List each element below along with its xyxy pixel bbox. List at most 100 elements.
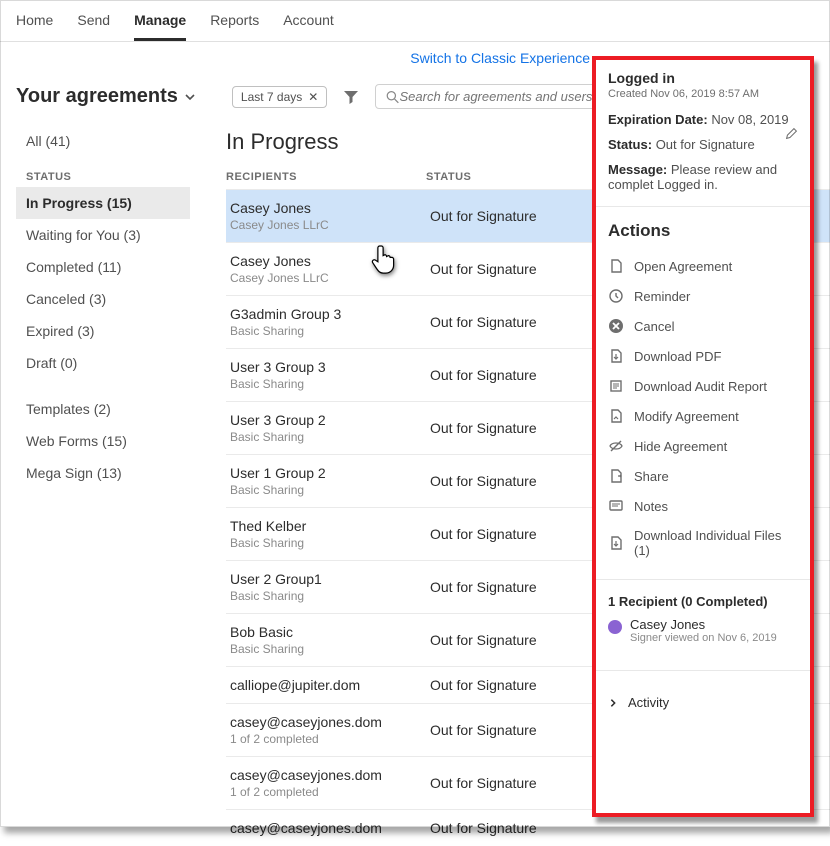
row-name: calliope@jupiter.dom <box>230 677 430 693</box>
sidebar-status-in-progress[interactable]: In Progress (15) <box>16 187 190 219</box>
action-label: Share <box>634 469 669 484</box>
message-label: Message: <box>608 162 667 177</box>
row-name: Casey Jones <box>230 200 430 216</box>
cancel-icon <box>608 318 624 334</box>
action-notes[interactable]: Notes <box>608 491 798 521</box>
row-status: Out for Signature <box>430 775 537 791</box>
filter-pill-label: Last 7 days <box>241 90 302 104</box>
nav-account[interactable]: Account <box>283 12 334 41</box>
row-name: User 2 Group1 <box>230 571 430 587</box>
row-name: Bob Basic <box>230 624 430 640</box>
clock-icon <box>608 288 624 304</box>
row-status: Out for Signature <box>430 314 537 330</box>
action-download-individual-files-1-[interactable]: Download Individual Files (1) <box>608 521 798 565</box>
top-nav: Home Send Manage Reports Account <box>0 0 830 42</box>
action-hide-agreement[interactable]: Hide Agreement <box>608 431 798 461</box>
action-cancel[interactable]: Cancel <box>608 311 798 341</box>
download-icon <box>608 348 624 364</box>
action-reminder[interactable]: Reminder <box>608 281 798 311</box>
sidebar-status-completed[interactable]: Completed (11) <box>16 251 190 283</box>
details-panel: Logged in Created Nov 06, 2019 8:57 AM E… <box>592 56 814 817</box>
recipient-status: Signer viewed on Nov 6, 2019 <box>630 632 777 644</box>
row-name: Thed Kelber <box>230 518 430 534</box>
row-status: Out for Signature <box>430 261 537 277</box>
row-status: Out for Signature <box>430 473 537 489</box>
action-open-agreement[interactable]: Open Agreement <box>608 251 798 281</box>
action-label: Download PDF <box>634 349 721 364</box>
sidebar-status-waiting[interactable]: Waiting for You (3) <box>16 219 190 251</box>
row-status: Out for Signature <box>430 367 537 383</box>
action-download-pdf[interactable]: Download PDF <box>608 341 798 371</box>
action-label: Reminder <box>634 289 690 304</box>
sidebar-status-draft[interactable]: Draft (0) <box>16 347 190 379</box>
activity-toggle[interactable]: Activity <box>608 685 798 710</box>
row-sub: Basic Sharing <box>230 324 430 338</box>
edit-expiration-button[interactable] <box>785 127 798 143</box>
row-sub: Basic Sharing <box>230 589 430 603</box>
row-name: User 3 Group 3 <box>230 359 430 375</box>
row-status: Out for Signature <box>430 579 537 595</box>
row-name: User 3 Group 2 <box>230 412 430 428</box>
activity-label: Activity <box>628 695 669 710</box>
col-status[interactable]: STATUS <box>426 171 471 183</box>
row-sub: Basic Sharing <box>230 430 430 444</box>
page-title: Your agreements <box>16 85 178 108</box>
row-name: casey@caseyjones.dom <box>230 714 430 730</box>
action-share[interactable]: Share <box>608 461 798 491</box>
expiration-value: Nov 08, 2019 <box>711 112 788 127</box>
row-sub: Casey Jones LLrC <box>230 218 430 232</box>
notes-icon <box>608 498 624 514</box>
row-status: Out for Signature <box>430 722 537 738</box>
row-status: Out for Signature <box>430 632 537 648</box>
row-name: G3admin Group 3 <box>230 306 430 322</box>
modify-icon <box>608 408 624 424</box>
action-label: Modify Agreement <box>634 409 739 424</box>
avatar <box>608 620 622 634</box>
search-input[interactable] <box>400 89 605 104</box>
created-date: Created Nov 06, 2019 8:57 AM <box>608 88 798 100</box>
nav-reports[interactable]: Reports <box>210 12 259 41</box>
search-box[interactable] <box>375 84 615 109</box>
row-sub: 1 of 2 completed <box>230 785 430 799</box>
action-download-audit-report[interactable]: Download Audit Report <box>608 371 798 401</box>
actions-heading: Actions <box>608 221 798 241</box>
document-icon <box>608 258 624 274</box>
agreement-title: Logged in <box>608 70 798 86</box>
row-sub: 1 of 2 completed <box>230 732 430 746</box>
sidebar-all[interactable]: All (41) <box>16 125 190 157</box>
action-modify-agreement[interactable]: Modify Agreement <box>608 401 798 431</box>
switch-classic-link[interactable]: Switch to Classic Experience <box>410 50 590 66</box>
sidebar-status-expired[interactable]: Expired (3) <box>16 315 190 347</box>
page-title-dropdown[interactable]: Your agreements <box>16 85 196 108</box>
sidebar-mega-sign[interactable]: Mega Sign (13) <box>16 457 190 489</box>
row-sub: Basic Sharing <box>230 536 430 550</box>
close-icon[interactable]: ✕ <box>308 90 318 104</box>
search-icon <box>386 90 399 104</box>
row-name: User 1 Group 2 <box>230 465 430 481</box>
sidebar-status-canceled[interactable]: Canceled (3) <box>16 283 190 315</box>
row-name: Casey Jones <box>230 253 430 269</box>
sidebar-templates[interactable]: Templates (2) <box>16 393 190 425</box>
recipients-heading: 1 Recipient (0 Completed) <box>608 594 798 609</box>
recipient-row[interactable]: Casey Jones Signer viewed on Nov 6, 2019 <box>608 609 798 656</box>
nav-send[interactable]: Send <box>77 12 110 41</box>
filter-icon[interactable] <box>343 89 359 105</box>
sidebar-web-forms[interactable]: Web Forms (15) <box>16 425 190 457</box>
download-files-icon <box>608 535 624 551</box>
col-recipients[interactable]: RECIPIENTS <box>226 171 426 183</box>
filter-pill[interactable]: Last 7 days ✕ <box>232 86 327 108</box>
sidebar-status-label: STATUS <box>16 157 190 187</box>
action-label: Hide Agreement <box>634 439 727 454</box>
action-label: Download Individual Files (1) <box>634 528 798 558</box>
nav-manage[interactable]: Manage <box>134 12 186 41</box>
row-status: Out for Signature <box>430 677 537 693</box>
action-label: Cancel <box>634 319 674 334</box>
action-label: Notes <box>634 499 668 514</box>
action-label: Open Agreement <box>634 259 732 274</box>
row-sub: Casey Jones LLrC <box>230 271 430 285</box>
recipient-name: Casey Jones <box>630 617 777 632</box>
pencil-icon <box>785 127 798 140</box>
nav-home[interactable]: Home <box>16 12 53 41</box>
row-status: Out for Signature <box>430 420 537 436</box>
status-label: Status: <box>608 137 652 152</box>
